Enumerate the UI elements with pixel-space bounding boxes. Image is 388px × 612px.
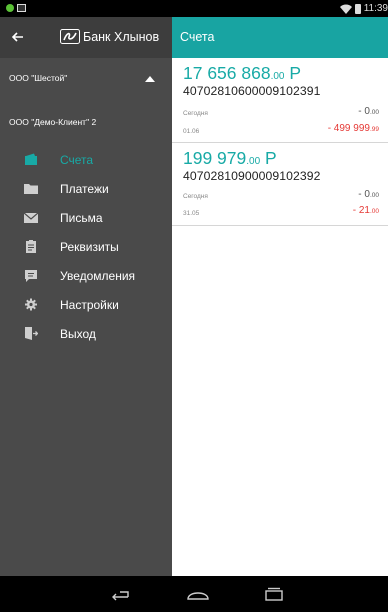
organization-selector[interactable]: ООО "Шестой" xyxy=(9,73,67,83)
today-amount: - 0.00 xyxy=(358,189,379,200)
menu-item-settings[interactable]: Настройки xyxy=(0,290,172,319)
menu-item-payments[interactable]: Платежи xyxy=(0,174,172,203)
menu-item-label: Реквизиты xyxy=(60,240,119,254)
menu-item-requisites[interactable]: Реквизиты xyxy=(0,232,172,261)
nav-home-icon[interactable] xyxy=(186,585,210,603)
system-navigation-bar xyxy=(0,576,388,612)
menu-item-label: Счета xyxy=(60,153,94,167)
back-arrow-icon[interactable] xyxy=(8,27,28,47)
account-number: 40702810900009102392 xyxy=(183,169,321,183)
menu-item-logout[interactable]: Выход xyxy=(0,319,172,348)
drawer-header: Банк Хлынов xyxy=(0,17,172,58)
today-amount: - 0.00 xyxy=(358,106,379,117)
screenshot-notification-icon xyxy=(17,4,26,12)
clipboard-icon xyxy=(26,240,36,253)
chat-icon xyxy=(25,270,37,282)
wifi-icon xyxy=(339,4,352,14)
nav-back-icon[interactable] xyxy=(108,585,132,603)
account-balance: 17 656 868.00 Р xyxy=(183,63,302,83)
drawer-menu: Счета Платежи Письма Реквизиты Уведомлен… xyxy=(0,145,172,348)
date-label: 01.06 xyxy=(183,128,200,135)
account-balance: 199 979.00 Р xyxy=(183,148,277,168)
battery-icon xyxy=(354,3,361,14)
caret-up-icon[interactable] xyxy=(145,76,155,82)
status-time: 11:39 xyxy=(363,3,388,14)
menu-item-label: Выход xyxy=(60,327,96,341)
menu-item-letters[interactable]: Письма xyxy=(0,203,172,232)
menu-item-label: Уведомления xyxy=(60,269,136,283)
app-toolbar: Счета xyxy=(172,17,388,58)
date-amount: - 21.00 xyxy=(352,205,379,216)
account-number: 40702810600009102391 xyxy=(183,84,321,98)
today-label: Сегодня xyxy=(183,193,208,200)
organization-item[interactable]: ООО "Демо-Клиент" 2 xyxy=(9,117,96,127)
bank-name: Банк Хлынов xyxy=(83,30,160,44)
menu-item-label: Письма xyxy=(60,211,103,225)
gear-icon xyxy=(25,298,37,311)
date-amount: - 499 999.99 xyxy=(327,123,379,134)
wallet-icon xyxy=(25,153,37,165)
today-label: Сегодня xyxy=(183,110,208,117)
status-right: 11:39 xyxy=(339,1,388,16)
page-title: Счета xyxy=(180,30,215,44)
exit-door-icon xyxy=(25,327,38,340)
account-card[interactable]: 17 656 868.00 Р 40702810600009102391 Сег… xyxy=(172,58,388,143)
nav-recent-apps-icon[interactable] xyxy=(262,585,286,603)
menu-item-label: Платежи xyxy=(60,182,109,196)
menu-item-accounts[interactable]: Счета xyxy=(0,145,172,174)
menu-item-notifications[interactable]: Уведомления xyxy=(0,261,172,290)
envelope-icon xyxy=(24,212,38,223)
account-card[interactable]: 199 979.00 Р 40702810900009102392 Сегодн… xyxy=(172,143,388,226)
notification-dot-icon xyxy=(6,4,14,12)
date-label: 31.05 xyxy=(183,210,200,217)
folder-icon xyxy=(24,184,38,194)
menu-item-label: Настройки xyxy=(60,298,119,312)
navigation-drawer: Банк Хлынов ООО "Шестой" ООО "Демо-Клиен… xyxy=(0,17,172,576)
status-bar: 11:39 xyxy=(0,0,388,17)
bank-logo-icon xyxy=(60,29,80,44)
